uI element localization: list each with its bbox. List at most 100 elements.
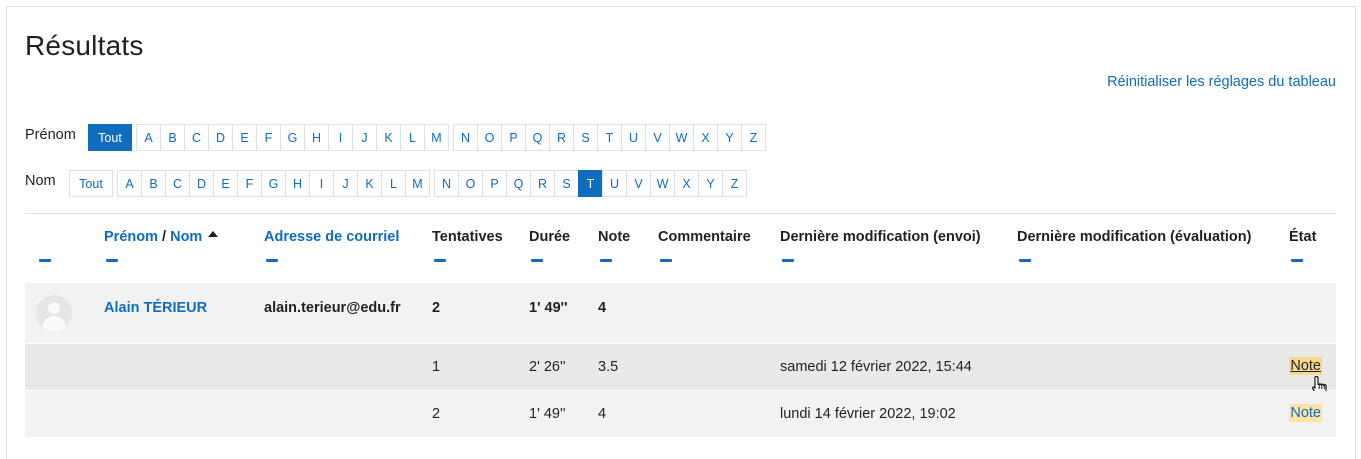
- sort-firstname-link[interactable]: Prénom: [104, 229, 158, 245]
- firstname-initial-t-button[interactable]: T: [597, 124, 622, 151]
- lastname-initial-z-button[interactable]: Z: [722, 170, 747, 197]
- attempt-duration: 1' 49'': [529, 406, 566, 422]
- lastname-initial-d-button[interactable]: D: [189, 170, 214, 197]
- lastname-initial-s-button[interactable]: S: [554, 170, 579, 197]
- lastname-initial-y-button[interactable]: Y: [698, 170, 723, 197]
- firstname-initials-bar: Prénom Tout A B C D E F G H I J K L M N O P Q R S T U V W X Y Z: [25, 124, 805, 151]
- col-userpic-collapse-icon[interactable]: [39, 259, 51, 262]
- firstname-initial-h-button[interactable]: H: [304, 124, 329, 151]
- lastname-initial-f-button[interactable]: F: [237, 170, 262, 197]
- header-last-modified-grading: Dernière modification (évaluation): [1017, 229, 1252, 245]
- lastname-initial-n-button[interactable]: N: [434, 170, 459, 197]
- firstname-initial-m-button[interactable]: M: [424, 124, 449, 151]
- attempt-submitted-date: samedi 12 février 2022, 15:44: [780, 359, 972, 375]
- sort-lastname-link[interactable]: Nom: [170, 229, 202, 245]
- lastname-initials-label: Nom: [25, 173, 56, 189]
- col-name-collapse-icon[interactable]: [106, 259, 118, 262]
- lastname-initials-buttons: Tout A B C D E F G H I J K L M N O P Q R S T U V W X Y Z: [69, 170, 751, 197]
- page-title: Résultats: [25, 30, 144, 61]
- lastname-initial-b-button[interactable]: B: [141, 170, 166, 197]
- lastname-initials-group: NOPQRSTUVWXYZ: [434, 170, 747, 197]
- grade-state-link[interactable]: Note: [1289, 357, 1322, 375]
- firstname-initials-group: ABCDEFGHIJKLM: [136, 124, 449, 151]
- firstname-initial-g-button[interactable]: G: [280, 124, 305, 151]
- firstname-initial-d-button[interactable]: D: [208, 124, 233, 151]
- firstname-initial-all-button[interactable]: Tout: [88, 124, 132, 151]
- lastname-initials-group: Tout: [69, 170, 113, 197]
- firstname-initial-f-button[interactable]: F: [256, 124, 281, 151]
- col-submission-collapse-icon[interactable]: [782, 259, 794, 262]
- grade-state-link[interactable]: Note: [1289, 404, 1322, 422]
- lastname-initial-g-button[interactable]: G: [261, 170, 286, 197]
- sort-email-link[interactable]: Adresse de courriel: [264, 229, 399, 245]
- firstname-initial-a-button[interactable]: A: [136, 124, 161, 151]
- attempt-grade: 3.5: [598, 359, 619, 375]
- lastname-initial-w-button[interactable]: W: [650, 170, 675, 197]
- user-duration: 1' 49'': [529, 300, 568, 316]
- lastname-initial-q-button[interactable]: Q: [506, 170, 531, 197]
- attempt-submitted-date: lundi 14 février 2022, 19:02: [780, 406, 956, 422]
- user-email: alain.terieur@edu.fr: [264, 300, 401, 316]
- lastname-initial-i-button[interactable]: I: [309, 170, 334, 197]
- lastname-initial-c-button[interactable]: C: [165, 170, 190, 197]
- lastname-initial-e-button[interactable]: E: [213, 170, 238, 197]
- firstname-initial-u-button[interactable]: U: [621, 124, 646, 151]
- col-email-collapse-icon[interactable]: [266, 259, 278, 262]
- firstname-initial-x-button[interactable]: X: [693, 124, 718, 151]
- col-state-collapse-icon[interactable]: [1291, 259, 1303, 262]
- lastname-initial-all-button[interactable]: Tout: [69, 170, 113, 197]
- attempt-number: 2: [432, 406, 441, 422]
- table-row: 2 1' 49'' 4 lundi 14 février 2022, 19:02…: [25, 391, 1336, 437]
- lastname-initial-k-button[interactable]: K: [357, 170, 382, 197]
- lastname-initial-u-button[interactable]: U: [602, 170, 627, 197]
- firstname-initial-l-button[interactable]: L: [400, 124, 425, 151]
- firstname-initial-i-button[interactable]: I: [328, 124, 353, 151]
- table-row: 1 2' 26'' 3.5 samedi 12 février 2022, 15…: [25, 344, 1336, 397]
- avatar[interactable]: [36, 295, 72, 331]
- firstname-initials-buttons: Tout A B C D E F G H I J K L M N O P Q R S T U V W X Y Z: [88, 124, 770, 151]
- lastname-initial-v-button[interactable]: V: [626, 170, 651, 197]
- lastname-initial-l-button[interactable]: L: [381, 170, 406, 197]
- lastname-initial-r-button[interactable]: R: [530, 170, 555, 197]
- firstname-initial-n-button[interactable]: N: [453, 124, 478, 151]
- col-comment-collapse-icon[interactable]: [660, 259, 672, 262]
- lastname-initials-group: ABCDEFGHIJKLM: [117, 170, 430, 197]
- firstname-initial-w-button[interactable]: W: [669, 124, 694, 151]
- firstname-initial-k-button[interactable]: K: [376, 124, 401, 151]
- header-attempts: Tentatives: [432, 229, 503, 245]
- firstname-initial-e-button[interactable]: E: [232, 124, 257, 151]
- lastname-initial-m-button[interactable]: M: [405, 170, 430, 197]
- firstname-initial-r-button[interactable]: R: [549, 124, 574, 151]
- header-grade: Note: [598, 229, 631, 245]
- lastname-initial-o-button[interactable]: O: [458, 170, 483, 197]
- firstname-initial-o-button[interactable]: O: [477, 124, 502, 151]
- header-duration: Durée: [529, 229, 571, 245]
- firstname-initial-q-button[interactable]: Q: [525, 124, 550, 151]
- lastname-initial-a-button[interactable]: A: [117, 170, 142, 197]
- lastname-initial-h-button[interactable]: H: [285, 170, 310, 197]
- reset-table-preferences-link[interactable]: Réinitialiser les réglages du tableau: [1107, 74, 1336, 90]
- col-grading-collapse-icon[interactable]: [1019, 259, 1031, 262]
- lastname-initial-x-button[interactable]: X: [674, 170, 699, 197]
- firstname-initial-b-button[interactable]: B: [160, 124, 185, 151]
- lastname-initial-t-button[interactable]: T: [578, 170, 603, 197]
- user-profile-link[interactable]: Alain TÉRIEUR: [104, 300, 207, 316]
- firstname-initial-v-button[interactable]: V: [645, 124, 670, 151]
- firstname-initial-z-button[interactable]: Z: [741, 124, 766, 151]
- firstname-initial-j-button[interactable]: J: [352, 124, 377, 151]
- col-grade-collapse-icon[interactable]: [600, 259, 612, 262]
- firstname-initial-y-button[interactable]: Y: [717, 124, 742, 151]
- firstname-initial-s-button[interactable]: S: [573, 124, 598, 151]
- firstname-initial-p-button[interactable]: P: [501, 124, 526, 151]
- sort-asc-icon: [208, 231, 219, 237]
- lastname-initial-j-button[interactable]: J: [333, 170, 358, 197]
- lastname-initial-p-button[interactable]: P: [482, 170, 507, 197]
- header-name: Prénom / Nom: [104, 229, 219, 245]
- attempt-grade: 4: [598, 406, 607, 422]
- col-attempts-collapse-icon[interactable]: [434, 259, 446, 262]
- firstname-initial-c-button[interactable]: C: [184, 124, 209, 151]
- header-state: État: [1289, 229, 1317, 245]
- header-name-separator: /: [158, 229, 171, 245]
- lastname-initials-bar: Nom Tout A B C D E F G H I J K L M N O P Q R S T U V W X Y Z: [25, 170, 805, 197]
- col-duration-collapse-icon[interactable]: [531, 259, 543, 262]
